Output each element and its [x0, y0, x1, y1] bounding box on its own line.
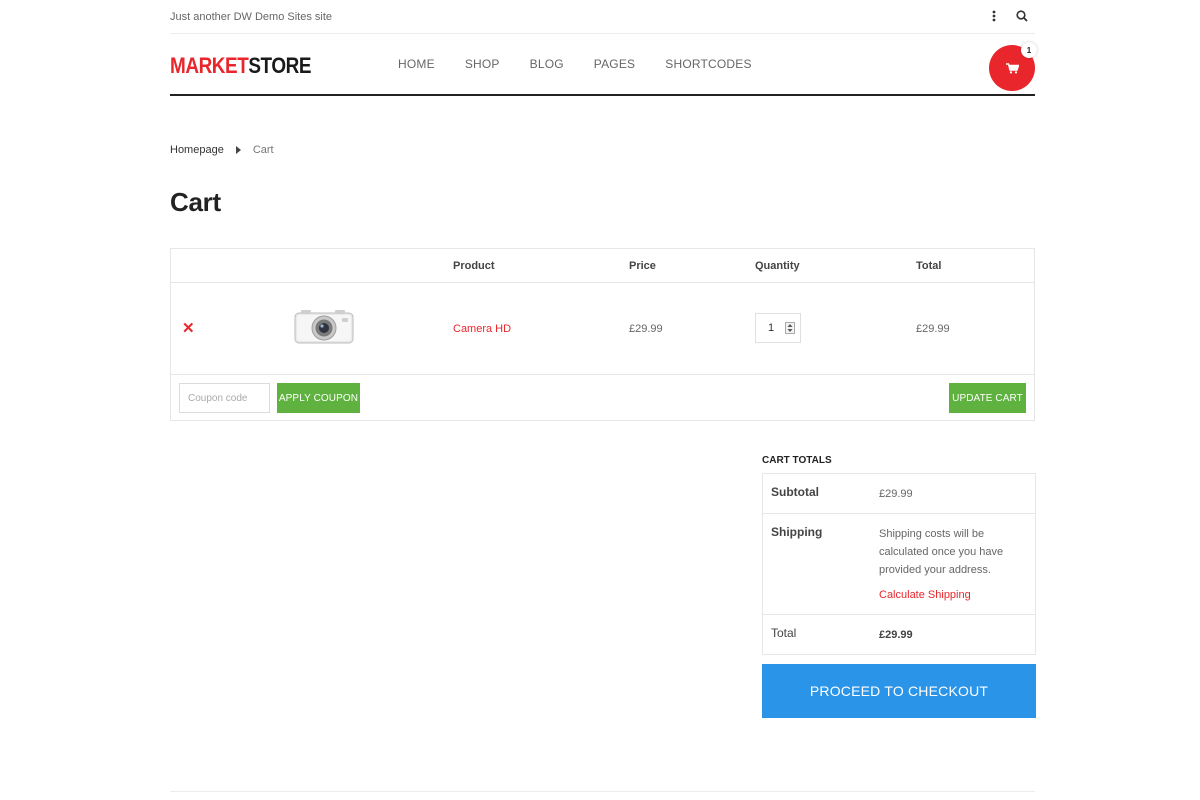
- product-name-link[interactable]: Camera HD: [453, 323, 511, 335]
- shipping-info: Shipping costs will be calculated once y…: [879, 514, 1035, 614]
- search-icon[interactable]: [1015, 9, 1029, 23]
- logo-market: MARKET: [170, 53, 249, 78]
- more-vertical-icon[interactable]: [987, 9, 1001, 23]
- shipping-row: Shipping Shipping costs will be calculat…: [763, 514, 1035, 615]
- nav-pages[interactable]: PAGES: [594, 57, 635, 71]
- top-bar: Just another DW Demo Sites site: [170, 0, 1035, 34]
- camera-image[interactable]: [293, 307, 355, 347]
- update-cart-button[interactable]: UPDATE CART: [949, 383, 1026, 413]
- header-total: Total: [916, 260, 942, 272]
- page-title: Cart: [170, 187, 221, 217]
- breadcrumb-current: Cart: [252, 144, 274, 156]
- apply-coupon-button[interactable]: APPLY COUPON: [277, 383, 360, 413]
- caret-right-icon: [235, 146, 241, 154]
- header-price: Price: [629, 260, 656, 272]
- header-product: Product: [453, 260, 495, 272]
- spinner-icon[interactable]: [785, 322, 795, 334]
- cart-count-badge: 1: [1021, 42, 1037, 58]
- order-total-row: Total £29.99: [763, 615, 1035, 654]
- logo-store: STORE: [248, 53, 312, 78]
- header-quantity: Quantity: [755, 260, 800, 272]
- total-value: £29.99: [879, 629, 913, 641]
- shipping-label: Shipping: [771, 525, 823, 539]
- nav-shop[interactable]: SHOP: [465, 57, 500, 71]
- subtotal-value: £29.99: [879, 488, 913, 500]
- row-total: £29.99: [916, 323, 950, 335]
- breadcrumb: Homepage Cart: [170, 144, 1035, 156]
- cart-table: Product Price Quantity Total ✕ Camera HD…: [170, 248, 1035, 421]
- cart-totals-title: CART TOTALS: [762, 455, 832, 466]
- breadcrumb-home[interactable]: Homepage: [170, 144, 224, 156]
- calculate-shipping-link[interactable]: Calculate Shipping: [879, 586, 1025, 604]
- site-logo[interactable]: MARKETSTORE: [170, 53, 311, 79]
- mini-cart-button[interactable]: 1: [989, 42, 1037, 91]
- main-nav: HOME SHOP BLOG PAGES SHORTCODES: [398, 57, 752, 71]
- shipping-text: Shipping costs will be calculated once y…: [879, 528, 1004, 576]
- total-label: Total: [771, 626, 797, 640]
- remove-icon[interactable]: ✕: [182, 319, 195, 337]
- product-price: £29.99: [629, 323, 663, 335]
- subtotal-row: Subtotal £29.99: [763, 474, 1035, 514]
- cart-actions: APPLY COUPON UPDATE CART: [171, 375, 1034, 421]
- coupon-code-input[interactable]: [179, 383, 270, 413]
- nav-shortcodes[interactable]: SHORTCODES: [665, 57, 751, 71]
- site-tagline: Just another DW Demo Sites site: [170, 11, 333, 23]
- quantity-stepper[interactable]: 1: [755, 313, 801, 343]
- cart-icon: [1005, 62, 1019, 73]
- footer-divider: [170, 791, 1035, 792]
- subtotal-label: Subtotal: [771, 485, 819, 499]
- table-header: Product Price Quantity Total: [171, 249, 1034, 283]
- quantity-value: 1: [768, 322, 775, 334]
- top-icons: [987, 9, 1029, 23]
- nav-home[interactable]: HOME: [398, 57, 435, 71]
- nav-blog[interactable]: BLOG: [530, 57, 564, 71]
- table-row: ✕ Camera HD £29.99 1 £29.99: [171, 283, 1034, 375]
- cart-totals-table: Subtotal £29.99 Shipping Shipping costs …: [762, 473, 1036, 655]
- site-header: MARKETSTORE HOME SHOP BLOG PAGES SHORTCO…: [170, 34, 1037, 96]
- proceed-to-checkout-button[interactable]: PROCEED TO CHECKOUT: [762, 664, 1036, 718]
